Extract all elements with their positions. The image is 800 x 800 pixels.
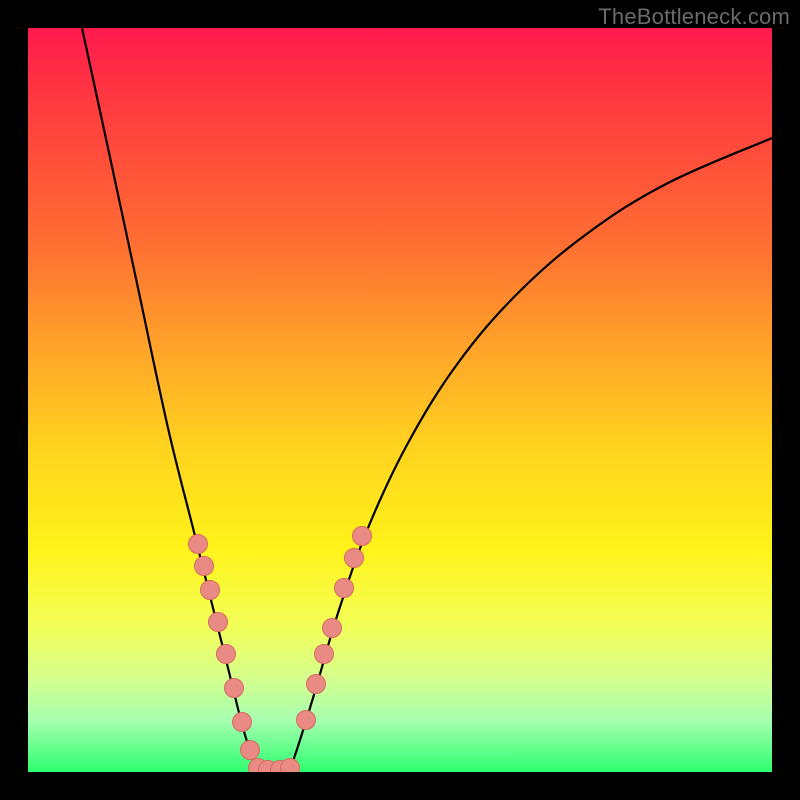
dots-right-branch	[297, 527, 372, 730]
data-point	[225, 679, 244, 698]
data-point	[209, 613, 228, 632]
data-point	[307, 675, 326, 694]
data-point	[195, 557, 214, 576]
chart-area	[28, 28, 772, 772]
data-point	[201, 581, 220, 600]
data-point	[315, 645, 334, 664]
data-point	[189, 535, 208, 554]
chart-svg	[28, 28, 772, 772]
data-point	[233, 713, 252, 732]
dots-bottom-cluster	[249, 759, 300, 773]
data-point	[241, 741, 260, 760]
data-point	[353, 527, 372, 546]
data-point	[281, 759, 300, 773]
right-curve	[290, 138, 772, 770]
dots-left-branch	[189, 535, 260, 760]
data-point	[323, 619, 342, 638]
watermark-text: TheBottleneck.com	[598, 4, 790, 30]
data-point	[217, 645, 236, 664]
data-point	[297, 711, 316, 730]
data-point	[345, 549, 364, 568]
data-point	[335, 579, 354, 598]
